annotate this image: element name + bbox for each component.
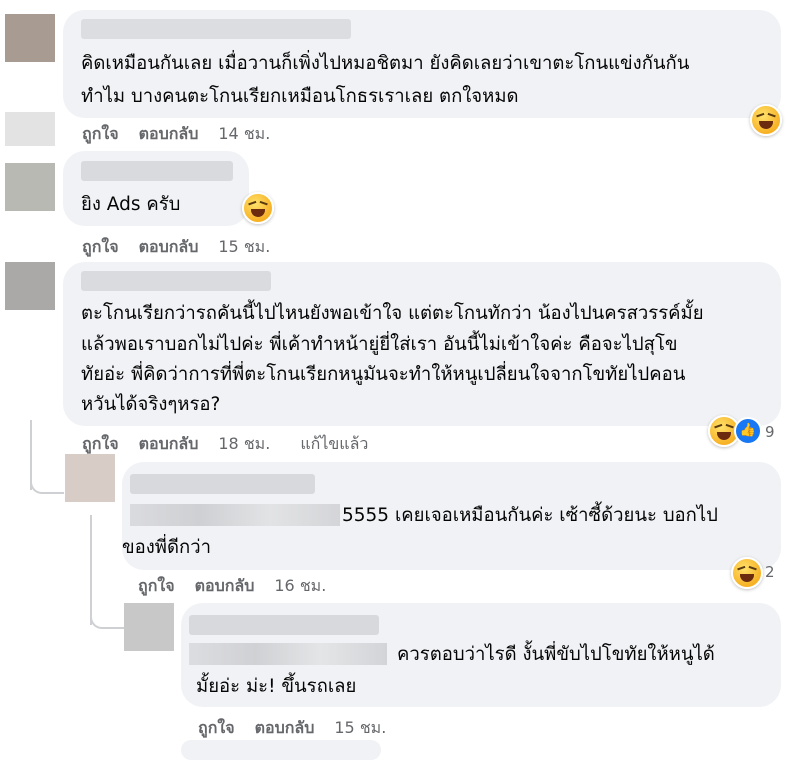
like-button[interactable]: ถูกใจ — [82, 235, 119, 260]
redacted-text — [189, 643, 387, 665]
like-reaction-icon[interactable]: 👍 — [734, 417, 762, 445]
comment-text: มั้ยอ่ะ ม่ะ! ขึ้นรถเลย — [196, 676, 357, 697]
thread-connector — [90, 605, 124, 629]
comment-text: ทำไม บางคนตะโกนเรียกเหมือนโกธรเราเลย ตกใ… — [81, 86, 519, 107]
timestamp[interactable]: 15 ชม. — [334, 716, 386, 741]
like-button[interactable]: ถูกใจ — [198, 716, 235, 741]
comment-bubble-partial — [181, 740, 381, 760]
comment-text: ยิง Ads ครับ — [81, 194, 181, 215]
comment-bubble: ยิง Ads ครับ — [63, 151, 249, 226]
avatar[interactable] — [5, 262, 55, 310]
haha-reaction-icon[interactable] — [750, 104, 782, 136]
comment-text: ของพี่ดีกว่า — [122, 537, 211, 558]
comment-text: ตะโกนเรียกว่ารถคันนี้ไปไหนยังพอเข้าใจ แต… — [81, 303, 704, 324]
reply-bubble: 5555 เคยเจอเหมือนกันค่ะ เซ้าซี้ด้วยนะ บอ… — [122, 462, 781, 570]
timestamp[interactable]: 16 ชม. — [274, 574, 326, 599]
comment-actions: ถูกใจ ตอบกลับ 16 ชม. — [138, 574, 326, 599]
like-button[interactable]: ถูกใจ — [138, 574, 175, 599]
reaction-count[interactable]: 2 — [765, 563, 775, 581]
author-name-redacted[interactable] — [81, 161, 233, 181]
reply-button[interactable]: ตอบกลับ — [139, 235, 199, 260]
comment-bubble: คิดเหมือนกันเลย เมื่อวานก็เพิ่งไปหมอชิตม… — [63, 10, 781, 118]
avatar[interactable] — [65, 454, 115, 502]
comment-text: ควรตอบว่าไรดี งั้นพี่ขับไปโขทัยให้หนูได้ — [397, 644, 715, 665]
avatar[interactable] — [124, 603, 174, 651]
comment-actions: ถูกใจ ตอบกลับ 14 ชม. — [82, 122, 270, 147]
author-name-redacted[interactable] — [81, 19, 351, 39]
comment-text: ทัยอ่ะ พี่คิดว่าการที่พี่ตะโกนเรียกหนูมั… — [81, 364, 686, 385]
reply-bubble: ควรตอบว่าไรดี งั้นพี่ขับไปโขทัยให้หนูได้… — [181, 603, 781, 707]
redacted-text — [130, 504, 340, 526]
timestamp[interactable]: 14 ชม. — [218, 122, 270, 147]
comment-actions: ถูกใจ ตอบกลับ 18 ชม. แก้ไขแล้ว — [82, 432, 368, 457]
author-name-redacted[interactable] — [130, 474, 315, 494]
avatar[interactable] — [5, 14, 55, 62]
comment-text: หวันได้จริงๆหรอ? — [81, 394, 221, 415]
thread-connector — [30, 470, 64, 494]
reaction-count[interactable]: 9 — [765, 423, 775, 441]
avatar[interactable] — [5, 112, 55, 146]
reply-button[interactable]: ตอบกลับ — [195, 574, 255, 599]
author-name-redacted[interactable] — [81, 271, 271, 291]
comment-bubble: ตะโกนเรียกว่ารถคันนี้ไปไหนยังพอเข้าใจ แต… — [63, 262, 781, 426]
author-name-redacted[interactable] — [189, 615, 379, 635]
reply-button[interactable]: ตอบกลับ — [139, 432, 199, 457]
comment-text: แล้วพอเราบอกไม่ไปค่ะ พี่เค้าทำหน้ายู่ยี่… — [81, 334, 678, 355]
comment-actions: ถูกใจ ตอบกลับ 15 ชม. — [82, 235, 270, 260]
haha-reaction-icon[interactable] — [242, 192, 274, 224]
timestamp[interactable]: 18 ชม. — [218, 432, 270, 457]
like-button[interactable]: ถูกใจ — [82, 122, 119, 147]
timestamp[interactable]: 15 ชม. — [218, 235, 270, 260]
reply-button[interactable]: ตอบกลับ — [255, 716, 315, 741]
comment-text: คิดเหมือนกันเลย เมื่อวานก็เพิ่งไปหมอชิตม… — [81, 53, 690, 74]
reply-button[interactable]: ตอบกลับ — [139, 122, 199, 147]
comment-text: 5555 เคยเจอเหมือนกันค่ะ เซ้าซี้ด้วยนะ บอ… — [342, 505, 718, 526]
edited-label[interactable]: แก้ไขแล้ว — [300, 432, 368, 457]
comment-actions: ถูกใจ ตอบกลับ 15 ชม. — [198, 716, 386, 741]
haha-reaction-icon[interactable] — [731, 557, 763, 589]
avatar[interactable] — [5, 163, 55, 211]
